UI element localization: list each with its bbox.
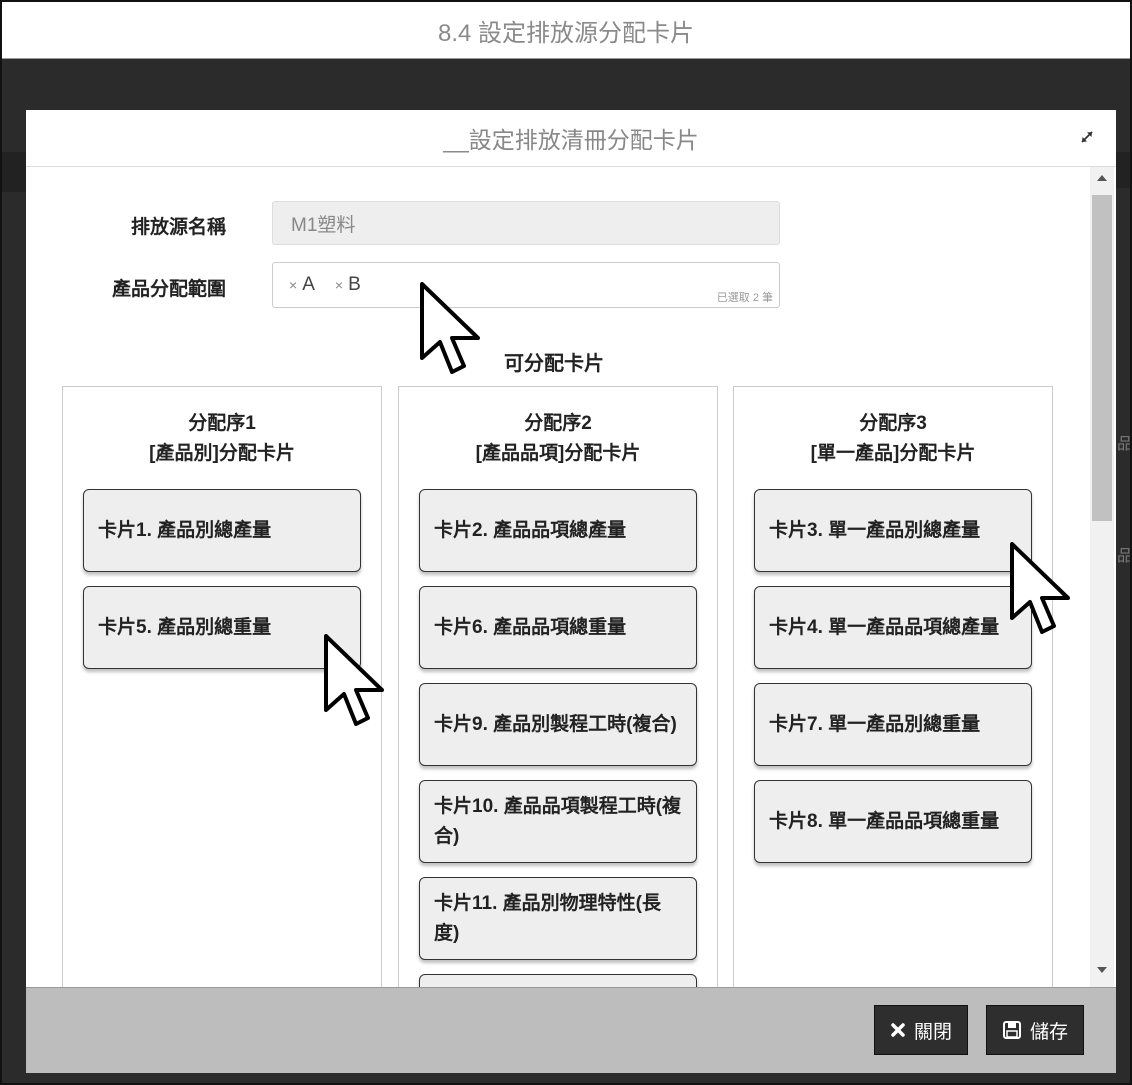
card-label: 卡片4. 單一產品品項總產量 (769, 616, 1000, 638)
close-label: 關閉 (913, 1021, 952, 1043)
allocation-card[interactable]: 卡片3. 單一產品別總產量 (754, 489, 1032, 572)
column-type: [產品別]分配卡片 (149, 443, 295, 464)
modal-footer: 關閉 儲存 (26, 987, 1116, 1073)
allocation-card[interactable]: 卡片5. 產品別總重量 (83, 586, 361, 669)
card-label: 卡片6. 產品品項總重量 (434, 616, 627, 638)
available-cards-title: 可分配卡片 (504, 353, 604, 375)
selected-tag: × A (289, 274, 315, 296)
background-band (2, 59, 1130, 111)
column-order: 分配序1 (188, 413, 256, 434)
modal-header: __設定排放清冊分配卡片 (26, 110, 1116, 167)
floppy-disk-icon (1002, 1020, 1022, 1040)
card-label: 卡片1. 產品別總產量 (98, 519, 272, 541)
mouse-pointer-icon (324, 634, 384, 726)
allocation-card-modal: __設定排放清冊分配卡片 排放源名稱 M1塑料 產品分配範圍 × A × B 已… (26, 110, 1116, 1073)
allocation-card[interactable]: 卡片11. 產品別物理特性(長度) (419, 877, 697, 960)
card-label: 卡片2. 產品品項總產量 (434, 519, 627, 541)
card-label: 卡片10. 產品品項製程工時(複合) (434, 795, 682, 847)
card-label: 卡片9. 產品別製程工時(複合) (434, 713, 677, 735)
remove-tag-icon[interactable]: × (335, 277, 343, 293)
card-label: 卡片11. 產品別物理特性(長度) (434, 892, 661, 944)
close-button[interactable]: 關閉 (874, 1005, 968, 1055)
source-name-value: M1塑料 (291, 214, 356, 236)
card-label: 卡片7. 單一產品別總重量 (769, 713, 981, 735)
save-button[interactable]: 儲存 (986, 1005, 1084, 1055)
allocation-card[interactable]: 卡片1. 產品別總產量 (83, 489, 361, 572)
background-side-text: 品 (1117, 436, 1132, 453)
allocation-card[interactable]: 卡片8. 單一產品品項總重量 (754, 780, 1032, 863)
scrollbar-thumb[interactable] (1092, 195, 1112, 521)
allocation-card[interactable]: 卡片7. 單一產品別總重量 (754, 683, 1032, 766)
mouse-pointer-icon (420, 282, 480, 374)
column-type: [單一產品]分配卡片 (810, 443, 976, 464)
allocation-card[interactable]: 卡片4. 單一產品品項總產量 (754, 586, 1032, 669)
allocation-card[interactable]: 卡片10. 產品品項製程工時(複合) (419, 780, 697, 863)
background-side-text: 品 (1117, 548, 1132, 565)
background-strip (1115, 152, 1130, 188)
allocation-card[interactable]: 卡片9. 產品別製程工時(複合) (419, 683, 697, 766)
modal-title: __設定排放清冊分配卡片 (443, 127, 699, 153)
mouse-pointer-icon (1010, 542, 1070, 634)
remove-tag-icon[interactable]: × (289, 277, 297, 293)
card-label: 卡片3. 單一產品別總產量 (769, 519, 981, 541)
allocation-column-2: 分配序2 [產品品項]分配卡片 卡片2. 產品品項總產量 卡片6. 產品品項總重… (398, 386, 718, 987)
column-order: 分配序3 (859, 413, 927, 434)
card-label: 卡片8. 單一產品品項總重量 (769, 810, 1000, 832)
tag-label: A (302, 274, 315, 295)
page-title: 8.4 設定排放源分配卡片 (2, 2, 1130, 59)
column-title: 分配序3 [單一產品]分配卡片 (734, 409, 1052, 469)
column-title: 分配序2 [產品品項]分配卡片 (399, 409, 717, 469)
column-type: [產品品項]分配卡片 (475, 443, 641, 464)
app-frame: 8.4 設定排放源分配卡片 品 品 __設定排放清冊分配卡片 排放源名稱 M1塑… (0, 0, 1132, 1085)
allocation-card[interactable]: 卡片2. 產品品項總產量 (419, 489, 697, 572)
selected-tag: × B (335, 274, 361, 296)
close-x-icon (890, 1022, 906, 1038)
scroll-up-arrow-icon[interactable] (1090, 173, 1114, 189)
save-label: 儲存 (1029, 1021, 1068, 1043)
scroll-down-arrow-icon[interactable] (1090, 965, 1114, 981)
background-strip-left (2, 152, 28, 192)
selected-count: 已選取 2 筆 (716, 292, 773, 304)
source-name-field: M1塑料 (272, 201, 780, 245)
modal-body: 排放源名稱 M1塑料 產品分配範圍 × A × B 已選取 2 筆 可分配卡片 (26, 167, 1088, 987)
product-range-label: 產品分配範圍 (111, 279, 226, 300)
product-range-multiselect[interactable]: × A × B 已選取 2 筆 (272, 262, 780, 308)
allocation-card[interactable]: 卡片6. 產品品項總重量 (419, 586, 697, 669)
allocation-column-3: 分配序3 [單一產品]分配卡片 卡片3. 單一產品別總產量 卡片4. 單一產品品… (733, 386, 1053, 987)
allocation-card-partial[interactable] (419, 974, 697, 987)
source-name-label: 排放源名稱 (130, 217, 226, 238)
column-order: 分配序2 (524, 413, 592, 434)
vertical-scrollbar[interactable] (1090, 167, 1114, 987)
tag-label: B (348, 274, 361, 295)
card-label: 卡片5. 產品別總重量 (98, 616, 272, 638)
column-title: 分配序1 [產品別]分配卡片 (63, 409, 381, 469)
expand-icon[interactable] (1078, 128, 1096, 146)
